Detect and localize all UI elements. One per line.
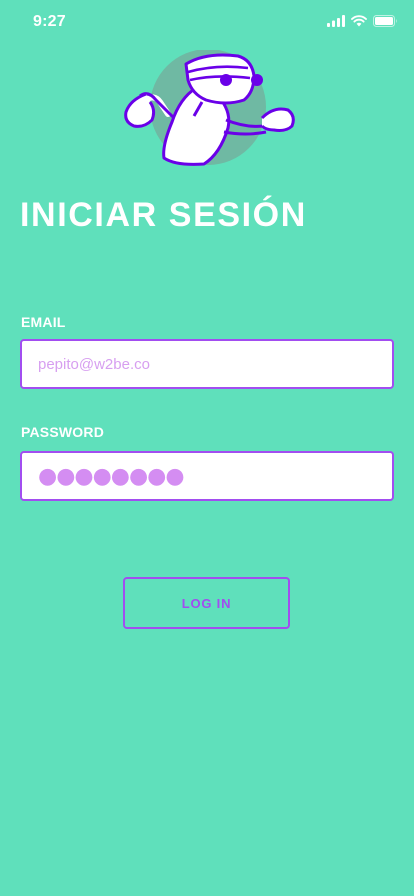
battery-icon [373, 15, 397, 27]
password-field[interactable]: ●●●●●●●● [20, 451, 394, 501]
password-masked-value: ●●●●●●●● [38, 463, 185, 489]
status-icons [327, 15, 398, 27]
signal-icon [327, 15, 345, 27]
email-input[interactable] [22, 341, 392, 387]
status-time: 9:27 [33, 13, 66, 30]
mascot-illustration [124, 50, 295, 166]
login-button[interactable]: LOG IN [123, 577, 290, 629]
password-label: PASSWORD [21, 424, 105, 440]
wifi-icon [351, 15, 367, 27]
email-field[interactable] [20, 339, 394, 389]
page-title: INICIAR SESIÓN [20, 196, 307, 234]
status-bar: 9:27 [0, 0, 414, 44]
email-label: EMAIL [21, 314, 66, 330]
